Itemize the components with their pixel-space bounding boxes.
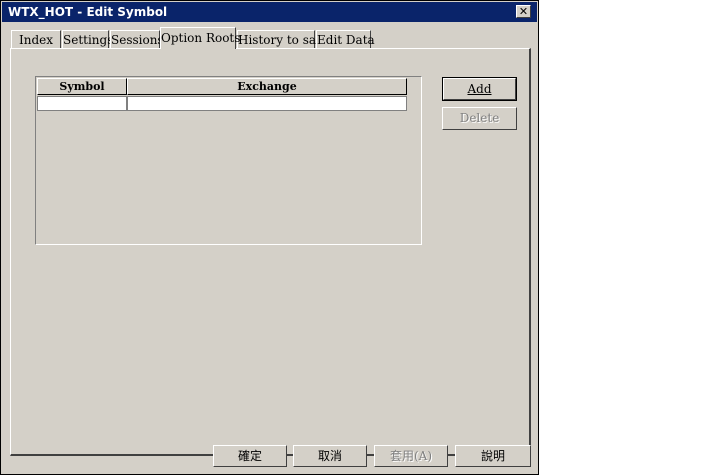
close-icon[interactable]: ✕ (516, 5, 531, 18)
add-button-label: Add (467, 82, 492, 96)
delete-button[interactable]: Delete (442, 107, 517, 130)
edit-symbol-dialog: WTX_HOT - Edit Symbol ✕ Index Settings S… (0, 0, 539, 475)
column-header-exchange[interactable]: Exchange (127, 78, 407, 95)
tab-edit-data[interactable]: Edit Data (316, 30, 375, 48)
tab-index[interactable]: Index (11, 30, 61, 48)
column-header-symbol[interactable]: Symbol (37, 78, 127, 95)
cancel-button[interactable]: 取消 (293, 445, 367, 467)
tab-settings[interactable]: Settings (62, 30, 113, 48)
cell-exchange[interactable] (127, 96, 407, 111)
apply-button[interactable]: 套用(A) (374, 445, 448, 467)
help-button[interactable]: 說明 (455, 445, 531, 467)
tab-history-to-save[interactable]: History to save (237, 30, 330, 48)
title-bar: WTX_HOT - Edit Symbol ✕ (2, 2, 537, 22)
cell-symbol[interactable] (37, 96, 127, 111)
ok-button[interactable]: 確定 (213, 445, 287, 467)
add-button[interactable]: Add (442, 77, 517, 101)
tab-sessions[interactable]: Sessions (110, 30, 164, 48)
window-title: WTX_HOT - Edit Symbol (8, 5, 168, 19)
tab-option-roots[interactable]: Option Roots (160, 27, 240, 49)
